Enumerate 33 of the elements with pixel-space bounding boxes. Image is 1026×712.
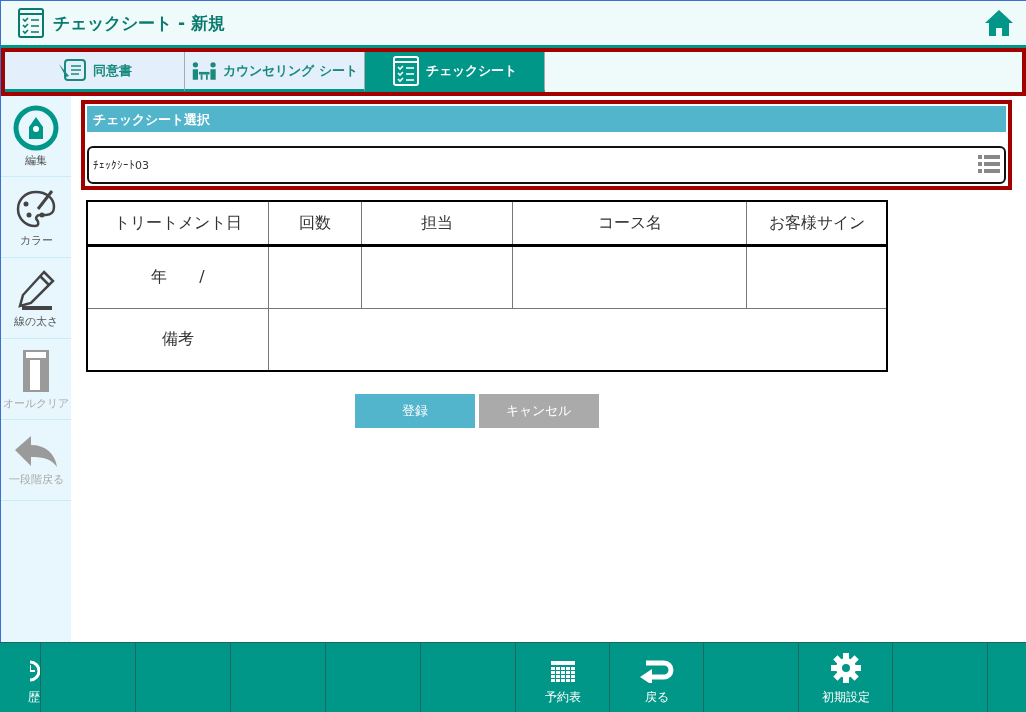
table-cell[interactable]	[361, 245, 513, 309]
app-logo-icon	[17, 8, 45, 38]
column-header: 回数	[268, 201, 362, 246]
column-header: トリートメント日	[87, 201, 269, 246]
toolbar-button[interactable]: 初期設定	[799, 643, 893, 712]
checklist-icon	[392, 55, 420, 86]
settings-icon	[830, 653, 861, 683]
pencil-circle-icon	[13, 104, 59, 151]
eraser-icon	[20, 347, 52, 394]
meeting-icon	[191, 59, 218, 82]
home-icon[interactable]	[984, 9, 1014, 37]
window-title: チェックシート - 新規	[53, 11, 226, 35]
column-header: 担当	[361, 201, 513, 246]
document-pen-icon	[57, 57, 87, 84]
tab[interactable]: カウンセリング シート	[185, 52, 365, 92]
toolbar-button[interactable]: 戻る	[610, 643, 704, 712]
tool-button[interactable]: カラー	[1, 177, 71, 258]
calendar-icon	[550, 661, 575, 683]
table-cell[interactable]	[268, 245, 362, 309]
toolbar-button[interactable]: 歴	[0, 643, 41, 712]
action-button[interactable]: 登録	[354, 394, 475, 428]
tab[interactable]: チェックシート	[365, 52, 545, 92]
column-header: コース名	[512, 201, 747, 246]
sheet-select[interactable]: ﾁｪｯｸｼｰﾄ03	[87, 146, 1006, 184]
tool-button[interactable]: 編集	[1, 96, 71, 177]
section-header: チェックシート選択	[87, 106, 1006, 132]
table-cell[interactable]	[512, 245, 747, 309]
toolbar-button[interactable]: 予約表	[516, 643, 610, 712]
list-icon	[978, 155, 1000, 175]
tab[interactable]: 同意書	[5, 52, 185, 92]
tool-button[interactable]: 線の太さ	[1, 258, 71, 339]
date-cell[interactable]: 年 /	[87, 245, 269, 309]
clock-icon	[30, 659, 40, 683]
